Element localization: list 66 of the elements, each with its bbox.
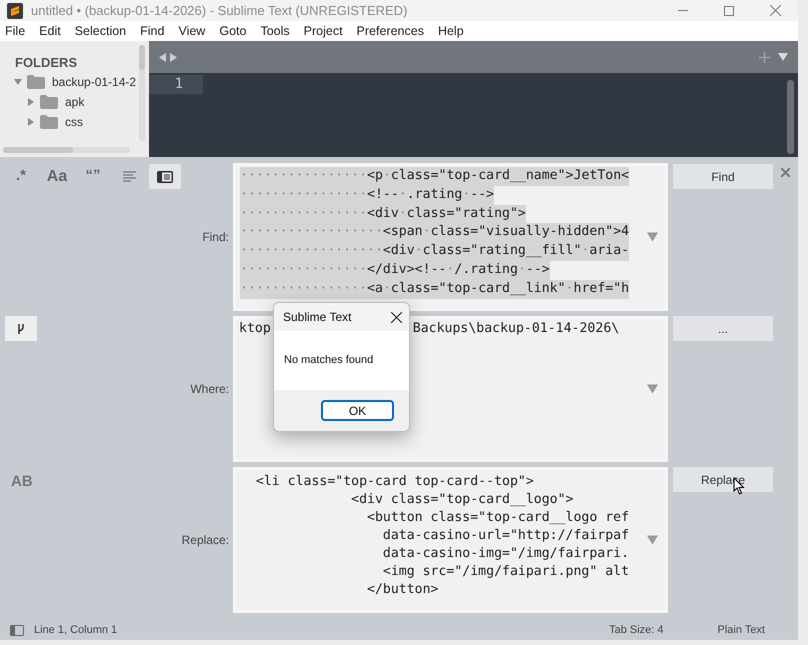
- folder-name[interactable]: apk: [65, 93, 84, 111]
- menu-item[interactable]: Find: [140, 22, 164, 40]
- menu-item[interactable]: Project: [304, 22, 343, 40]
- menu-item[interactable]: Goto: [219, 22, 246, 40]
- code-line: </button>: [366, 581, 440, 599]
- wrap-lines-icon: [122, 171, 136, 182]
- code-line: <li class="top-card top-card--top">: [254, 473, 535, 491]
- panel-toggle-icon[interactable]: [10, 624, 24, 636]
- find-option-toggle[interactable]: “”: [77, 164, 109, 189]
- path-text: Backups\backup-01-14-2026\: [412, 320, 620, 338]
- vertical-scrollbar[interactable]: [139, 45, 145, 141]
- where-label: Where:: [190, 381, 230, 398]
- find-field[interactable]: [233, 163, 668, 311]
- code-line: data-casino-img="/img/fairpari.: [382, 545, 630, 563]
- find-option-toggle[interactable]: .*: [5, 164, 37, 189]
- collapsed-arrow-icon[interactable]: [27, 98, 35, 106]
- folder-icon: [40, 115, 58, 129]
- find-option-toggle[interactable]: [149, 164, 181, 189]
- menu-item[interactable]: Tools: [260, 22, 290, 40]
- find-label: Find:: [202, 229, 230, 246]
- selection-icon: [157, 170, 173, 182]
- code-line: <img src="/img/faipari.png" alt: [382, 563, 630, 581]
- sidebar-heading: FOLDERS: [15, 54, 78, 72]
- find-option-toggle[interactable]: Aa: [41, 164, 73, 189]
- dropdown-arrow-icon[interactable]: [647, 384, 658, 394]
- menu-item[interactable]: Edit: [39, 22, 61, 40]
- code-line: <div class="top-card__logo">: [350, 491, 574, 509]
- ok-button[interactable]: OK: [321, 400, 394, 421]
- menu-item[interactable]: Preferences: [356, 22, 424, 40]
- editor[interactable]: 1: [149, 73, 798, 157]
- folder-name[interactable]: css: [65, 113, 83, 131]
- dialog-message: No matches found: [284, 353, 374, 368]
- syntax-mode[interactable]: Plain Text: [718, 622, 765, 638]
- dropdown-arrow-icon[interactable]: [778, 53, 788, 61]
- replace-label: Replace:: [182, 532, 230, 549]
- left-arrow-icon[interactable]: [159, 52, 166, 62]
- menu-item[interactable]: File: [5, 22, 26, 40]
- menu-item[interactable]: Help: [438, 22, 464, 40]
- browse-button[interactable]: ...: [673, 316, 773, 341]
- vertical-scrollbar[interactable]: [787, 80, 794, 154]
- dropdown-arrow-icon[interactable]: [647, 232, 658, 242]
- dropdown-arrow-icon[interactable]: [647, 536, 658, 544]
- horizontal-scrollbar[interactable]: [3, 147, 130, 153]
- replace-field[interactable]: [233, 467, 668, 613]
- code-line: <button class="top-card__logo ref: [366, 509, 630, 527]
- close-icon[interactable]: [391, 312, 402, 322]
- path-text: ktop: [239, 320, 271, 338]
- plus-icon[interactable]: [759, 52, 770, 62]
- collapsed-arrow-icon[interactable]: [27, 118, 35, 126]
- folder-name[interactable]: backup-01-14-2: [52, 73, 136, 91]
- code-line: data-casino-url="http://fairpaf: [382, 527, 630, 545]
- expanded-arrow-icon[interactable]: [14, 78, 22, 86]
- maximize-icon[interactable]: [724, 6, 734, 16]
- menu-item[interactable]: View: [178, 22, 206, 40]
- branch-icon: [17, 322, 25, 334]
- app-logo-icon: [7, 2, 23, 18]
- folder-icon: [27, 75, 45, 89]
- cursor-position: Line 1, Column 1: [34, 622, 118, 638]
- menu-item[interactable]: Selection: [74, 22, 126, 40]
- window-title: untitled • (backup-01-14-2026) - Sublime Text (UNREGISTERED): [31, 2, 408, 20]
- line-number: 1: [149, 75, 203, 94]
- branch-toggle[interactable]: [5, 316, 37, 341]
- tab-size[interactable]: Tab Size: 4: [609, 622, 664, 638]
- right-arrow-icon[interactable]: [170, 52, 177, 62]
- folder-icon: [40, 95, 58, 109]
- find-button[interactable]: Find: [673, 164, 773, 189]
